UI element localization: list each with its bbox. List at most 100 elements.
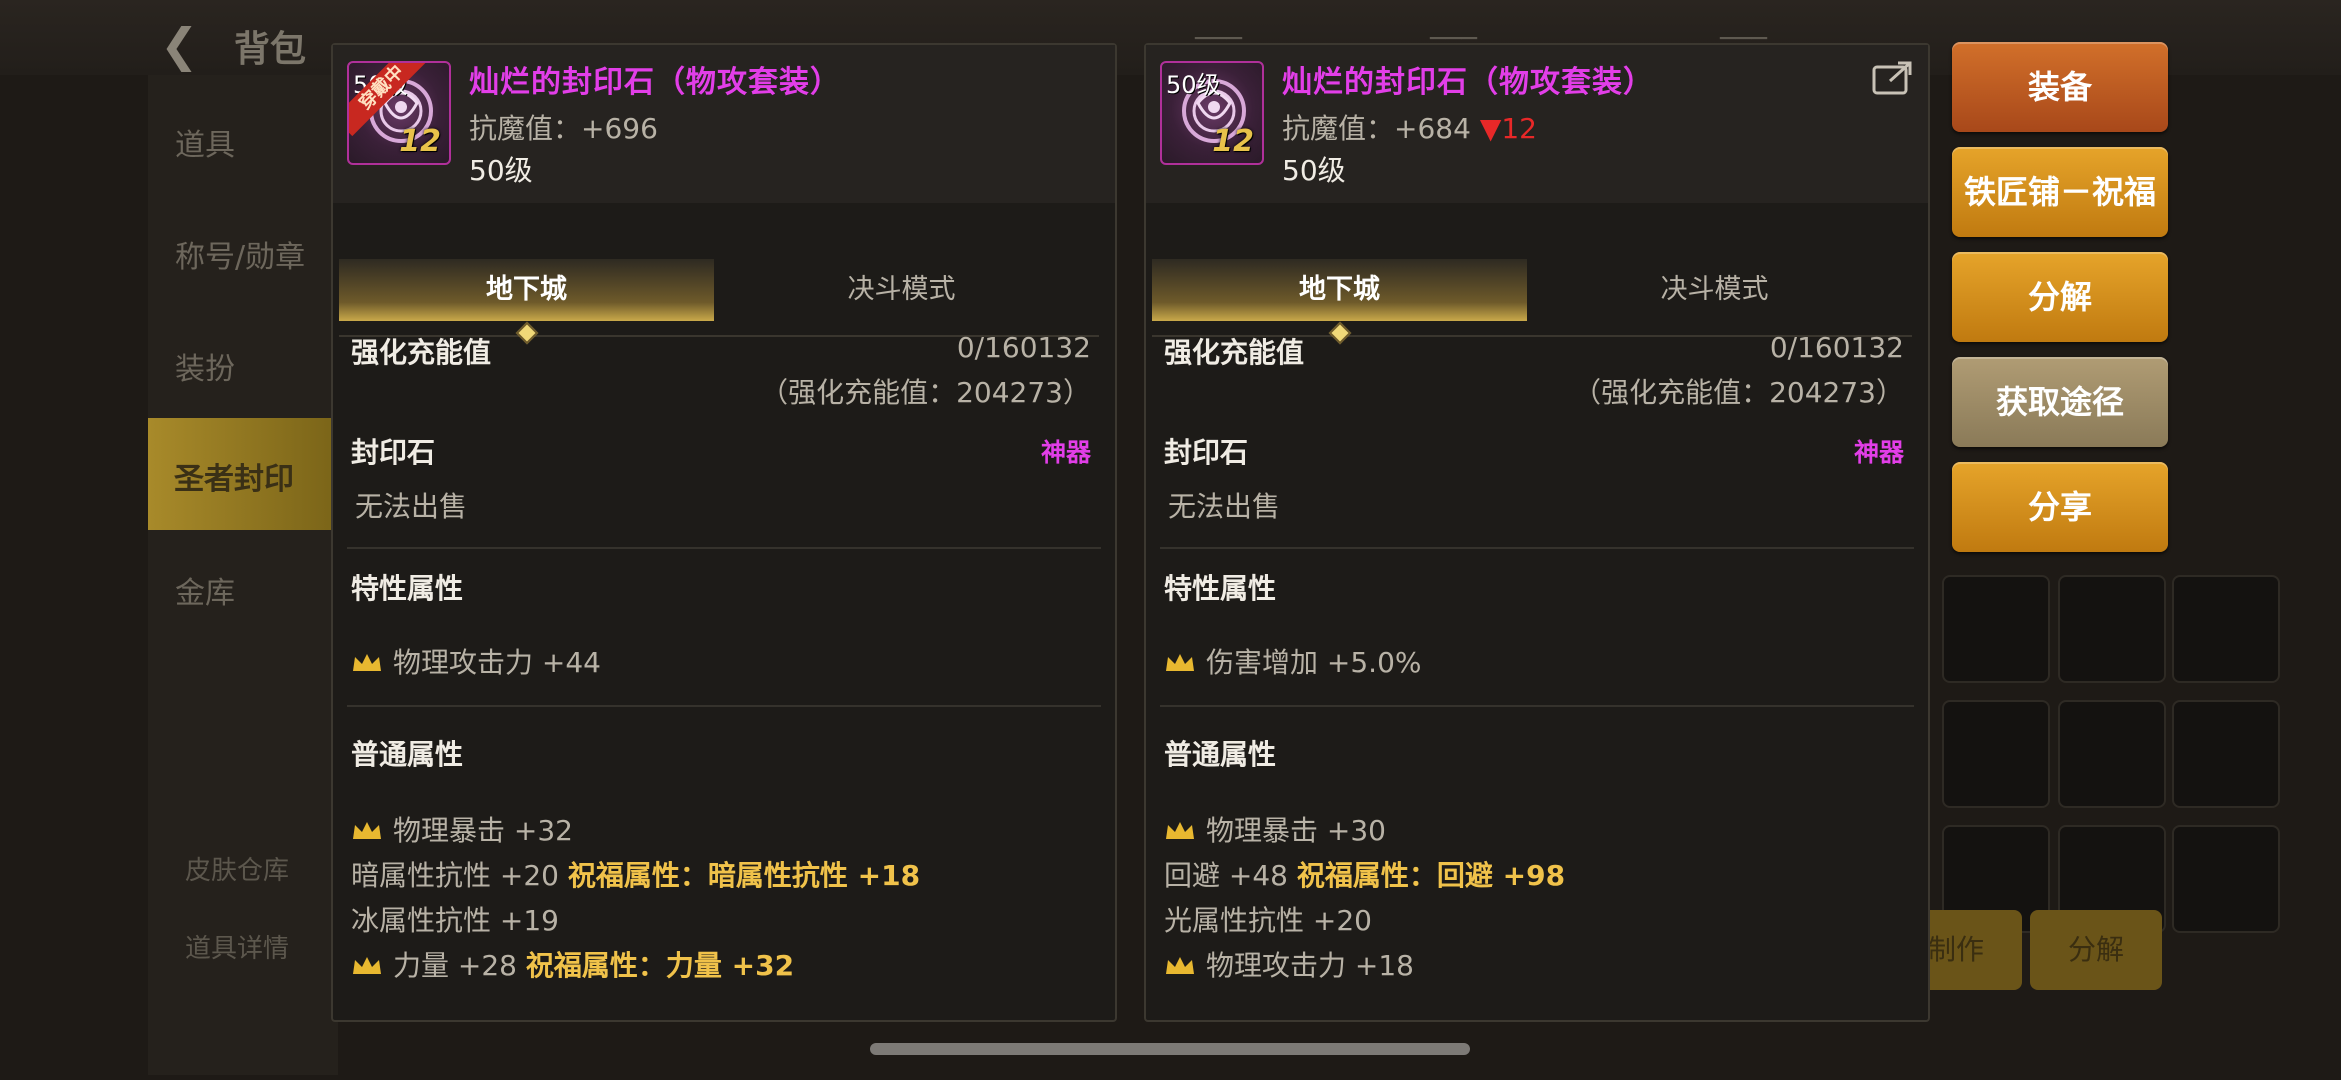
trait-text: 物理攻击力 +44 [393, 646, 601, 679]
crown-icon [353, 822, 381, 839]
normal-stat: 物理暴击 +32 [351, 809, 573, 849]
home-indicator[interactable] [870, 1043, 1470, 1055]
stat-text: 暗属性抗性 +20 [351, 859, 559, 892]
back-arrow-icon[interactable]: ❮ [160, 18, 199, 72]
normal-title: 普通属性 [351, 738, 464, 771]
item-main-stat: 抗魔值：+684 ▼12 [1282, 107, 1537, 147]
tab-dungeon[interactable]: 地下城 [339, 259, 714, 321]
divider [1160, 547, 1914, 549]
item-name: 灿烂的封印石（物攻套装） [469, 65, 841, 100]
sidebar-item-vault[interactable]: 金库 [175, 568, 235, 612]
stat-text: 回避 +48 [1164, 859, 1288, 892]
charge-label: 强化充能值 [351, 336, 492, 369]
normal-stat: 光属性抗性 +20 [1164, 899, 1372, 939]
blacksmith-bless-button[interactable]: 铁匠铺－祝福 [1952, 147, 2168, 237]
divider [347, 547, 1101, 549]
tab-dungeon[interactable]: 地下城 [1152, 259, 1527, 321]
stat-text: 物理攻击力 +18 [1206, 949, 1414, 982]
sidebar-item-titles[interactable]: 称号/勋章 [175, 232, 305, 276]
mode-tabs: 地下城 决斗模式 [1152, 229, 1912, 345]
tab-indicator-icon [1328, 321, 1352, 345]
crown-icon [353, 957, 381, 974]
normal-stat: 冰属性抗性 +19 [351, 899, 559, 939]
item-reinforce-level: 12 [1212, 124, 1254, 159]
item-header: 50级 12 灿烂的封印石（物攻套装） 抗魔值：+684 ▼12 50级 [1146, 45, 1928, 203]
divider [347, 705, 1101, 707]
item-level: 50级 [1282, 154, 1346, 187]
stat-text: 物理暴击 +32 [393, 814, 573, 847]
share-icon[interactable] [1872, 59, 1916, 97]
sidebar-item-items[interactable]: 道具 [175, 120, 235, 164]
stat-text: 力量 +28 [393, 949, 517, 982]
item-reinforce-level: 12 [399, 124, 441, 159]
bless-stat: 祝福属性：暗属性抗性 +18 [567, 859, 921, 892]
item-main-stat: 抗魔值：+696 [469, 107, 658, 147]
stat-text: 冰属性抗性 +19 [351, 904, 559, 937]
rarity-label: 神器 [1853, 438, 1904, 467]
sidebar-item-label: 圣者封印 [174, 462, 294, 497]
stat-text: 物理暴击 +30 [1206, 814, 1386, 847]
tab-duel[interactable]: 决斗模式 [714, 259, 1089, 321]
normal-stat: 回避 +48 祝福属性：回避 +98 [1164, 854, 1565, 894]
trait-stat: 物理攻击力 +44 [351, 641, 601, 681]
compare-item-panel: 50级 12 灿烂的封印石（物攻套装） 抗魔值：+684 ▼12 50级 地下城… [1144, 43, 1930, 1022]
crown-icon [1166, 654, 1194, 671]
tab-indicator-icon [515, 321, 539, 345]
sidebar-item-seals[interactable]: 圣者封印 [148, 418, 338, 530]
bless-stat: 祝福属性：回避 +98 [1296, 859, 1566, 892]
normal-stat: 物理攻击力 +18 [1164, 944, 1414, 984]
stat-value: +684 [1394, 112, 1471, 145]
stat-label: 抗魔值： [1282, 112, 1395, 145]
stat-label: 抗魔值： [469, 112, 582, 145]
normal-stat: 力量 +28 祝福属性：力量 +32 [351, 944, 794, 984]
item-icon: 50级 穿戴中 12 [347, 61, 451, 165]
crown-icon [353, 654, 381, 671]
equip-button[interactable]: 装备 [1952, 42, 2168, 132]
item-name: 灿烂的封印石（物攻套装） [1282, 65, 1654, 100]
inventory-slot[interactable] [1942, 700, 2050, 808]
charge-sub: （强化充能值：204273） [760, 376, 1091, 409]
inventory-slot[interactable] [2058, 575, 2166, 683]
normal-stat: 暗属性抗性 +20 祝福属性：暗属性抗性 +18 [351, 854, 920, 894]
type-label: 封印石 [1164, 436, 1249, 469]
crown-icon [1166, 822, 1194, 839]
inventory-slot[interactable] [1942, 575, 2050, 683]
normal-title: 普通属性 [1164, 738, 1277, 771]
disassemble-bottom-button[interactable]: 分解 [2030, 910, 2162, 990]
sell-status: 无法出售 [355, 490, 468, 523]
share-button[interactable]: 分享 [1952, 462, 2168, 552]
item-icon: 50级 12 [1160, 61, 1264, 165]
item-level: 50级 [469, 154, 533, 187]
charge-value: 0/160132 [956, 331, 1091, 364]
trait-text: 伤害增加 +5.0% [1206, 646, 1422, 679]
trait-stat: 伤害增加 +5.0% [1164, 641, 1422, 681]
stat-value: +696 [581, 112, 658, 145]
tab-duel[interactable]: 决斗模式 [1527, 259, 1902, 321]
item-detail-link[interactable]: 道具详情 [185, 928, 289, 965]
stat-diff: ▼12 [1479, 112, 1537, 145]
page-title: 背包 [234, 29, 307, 70]
inventory-slot[interactable] [2172, 825, 2280, 933]
divider [1160, 705, 1914, 707]
charge-value: 0/160132 [1769, 331, 1904, 364]
sell-status: 无法出售 [1168, 490, 1281, 523]
sidebar-item-avatar[interactable]: 装扮 [175, 344, 235, 388]
inventory-slot[interactable] [2058, 700, 2166, 808]
skin-storage-link[interactable]: 皮肤仓库 [185, 850, 289, 887]
disassemble-button[interactable]: 分解 [1952, 252, 2168, 342]
trait-title: 特性属性 [1164, 572, 1277, 605]
stat-text: 光属性抗性 +20 [1164, 904, 1372, 937]
rarity-label: 神器 [1040, 438, 1091, 467]
acquire-source-button[interactable]: 获取途径 [1952, 357, 2168, 447]
inventory-slot[interactable] [2172, 575, 2280, 683]
normal-stat: 物理暴击 +30 [1164, 809, 1386, 849]
crown-icon [1166, 957, 1194, 974]
type-label: 封印石 [351, 436, 436, 469]
trait-title: 特性属性 [351, 572, 464, 605]
charge-sub: （强化充能值：204273） [1573, 376, 1904, 409]
item-header: 50级 穿戴中 12 灿烂的封印石（物攻套装） 抗魔值：+696 50级 [333, 45, 1115, 203]
charge-label: 强化充能值 [1164, 336, 1305, 369]
equipped-item-panel: 50级 穿戴中 12 灿烂的封印石（物攻套装） 抗魔值：+696 50级 地下城… [331, 43, 1117, 1022]
item-icon-level: 50级 [1166, 71, 1221, 99]
inventory-slot[interactable] [2172, 700, 2280, 808]
